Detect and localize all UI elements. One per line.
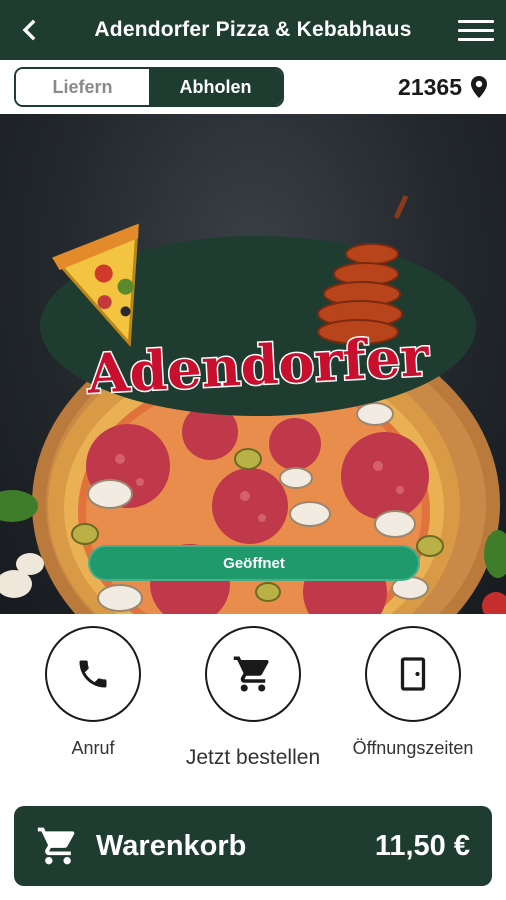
open-status-button[interactable]: Geöffnet	[88, 545, 420, 581]
hamburger-line	[458, 28, 494, 32]
banner-illustration: Adendorfer	[0, 194, 506, 614]
opening-hours-action[interactable]: Öffnungszeiten	[338, 626, 488, 759]
hamburger-menu-button[interactable]	[456, 14, 496, 46]
door-icon	[400, 657, 426, 691]
delivery-mode-toggle: Liefern Abholen	[14, 67, 284, 107]
call-action[interactable]: Anruf	[18, 626, 168, 759]
call-button[interactable]	[45, 626, 141, 722]
cart-icon	[233, 656, 269, 692]
hamburger-line	[458, 37, 494, 41]
order-now-label: Jetzt bestellen	[185, 746, 321, 769]
order-mode-bar: Liefern Abholen 21365	[0, 60, 506, 114]
cart-icon	[37, 827, 75, 865]
opening-hours-label: Öffnungszeiten	[352, 738, 474, 758]
hamburger-menu-icon	[458, 19, 494, 23]
cart-total: 11,50 €	[374, 829, 470, 862]
chevron-left-icon	[22, 19, 36, 41]
page-title: Adendorfer Pizza & Kebabhaus	[94, 18, 412, 41]
restaurant-banner: Adendorfer	[0, 114, 506, 614]
order-now-action[interactable]: Jetzt bestellen	[178, 626, 328, 770]
quick-actions: Anruf Jetzt bestellen Öffnungszeiten	[0, 614, 506, 800]
phone-icon	[79, 660, 107, 688]
opening-hours-button[interactable]	[365, 626, 461, 722]
back-button[interactable]	[14, 14, 46, 46]
zip-code: 21365	[398, 73, 462, 100]
cart-label: Warenkorb	[96, 829, 247, 862]
location-selector[interactable]: 21365	[398, 70, 488, 104]
call-label: Anruf	[71, 738, 115, 758]
order-now-button[interactable]	[205, 626, 301, 722]
cart-button[interactable]: Warenkorb 11,50 €	[14, 806, 492, 886]
mode-option-abholen[interactable]: Abholen	[149, 69, 282, 105]
location-pin-icon	[471, 76, 487, 98]
mode-option-liefern[interactable]: Liefern	[16, 69, 149, 105]
app-header: Adendorfer Pizza & Kebabhaus	[0, 0, 506, 60]
